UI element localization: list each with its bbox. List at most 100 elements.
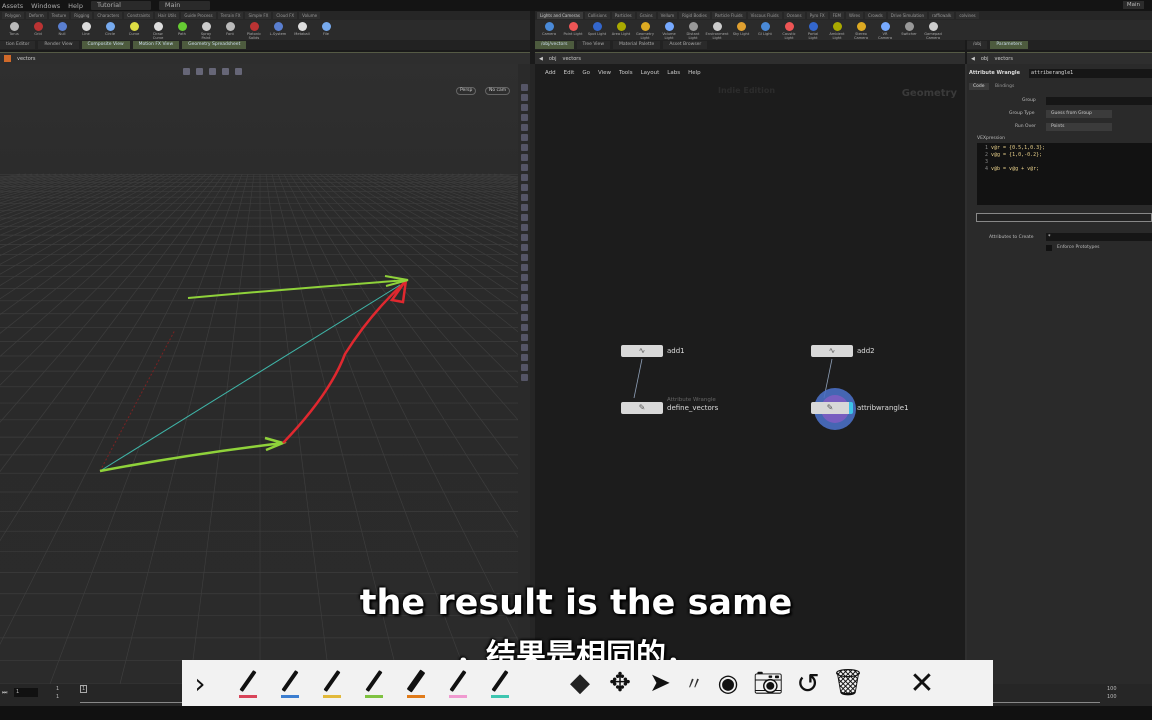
viewport-tool-icon[interactable] (520, 274, 528, 281)
eraser-icon[interactable]: ◆ (560, 663, 600, 703)
group-type-dropdown[interactable]: Guess from Group (1046, 110, 1112, 118)
shelf-tab-viscous-fluids[interactable]: Viscous Fluids (747, 12, 782, 19)
shelf-tab-lights-and-cameras[interactable]: Lights and Cameras (537, 12, 583, 19)
close-icon[interactable]: ✕ (902, 663, 942, 703)
eye-icon[interactable]: ◉ (708, 663, 748, 703)
shelf-tab-crowds[interactable]: Crowds (865, 12, 886, 19)
viewport-tool-icon[interactable] (520, 344, 528, 351)
shelf-tab-fem[interactable]: FEM (829, 12, 844, 19)
viewport-tool-icon[interactable] (520, 184, 528, 191)
pen-tool-button[interactable] (354, 663, 394, 703)
laser-icon[interactable]: 〃 (680, 663, 708, 703)
viewport-tool-icon[interactable] (520, 154, 528, 161)
shelf-tool-metaball[interactable]: Metaball (292, 20, 312, 40)
enforce-prototypes-checkbox[interactable] (1046, 245, 1052, 251)
desktop-selector[interactable]: Tutorial (91, 1, 151, 10)
collapse-chevron-icon[interactable]: › (186, 663, 214, 703)
shelf-tab-vellum[interactable]: Vellum (657, 12, 678, 19)
viewport-tool-icon[interactable] (520, 144, 528, 151)
shelf-tool-caustic-light[interactable]: Caustic Light (779, 20, 799, 40)
node-attribwrangle1[interactable]: ✎ attribwrangle1 (811, 402, 909, 414)
attributes-to-create-field[interactable]: * (1046, 233, 1152, 241)
shelf-tab-wires[interactable]: Wires (845, 12, 864, 19)
shelf-tab-texture[interactable]: Texture (48, 12, 70, 19)
path-node[interactable]: vectors (17, 56, 35, 62)
shelf-tool-spot-light[interactable]: Spot Light (587, 20, 607, 40)
play-controls-icon[interactable]: ⏭ (2, 689, 7, 697)
vex-code-editor[interactable]: 1 v@r = {0.5,1,0.3}; 2 v@g = {1,0,-0.2}; 3 4 v… (977, 143, 1152, 205)
menu-edit[interactable]: Edit (564, 70, 575, 76)
shelf-tool-vr-camera[interactable]: VR Camera (875, 20, 895, 40)
menu-go[interactable]: Go (582, 70, 590, 76)
pane-tab-parameters[interactable]: Parameters (990, 41, 1029, 49)
path-node[interactable]: vectors (562, 56, 580, 62)
shelf-tab-particles[interactable]: Particles (611, 12, 635, 19)
shelf-tool-grid[interactable]: Grid (28, 20, 48, 40)
viewport-tool-icon[interactable] (520, 124, 528, 131)
main-desktop-label[interactable]: Main (1122, 1, 1144, 9)
path-node[interactable]: vectors (994, 56, 1012, 62)
group-field[interactable] (1046, 97, 1152, 105)
shelf-tool-area-light[interactable]: Area Light (611, 20, 631, 40)
path-obj[interactable]: obj (549, 56, 557, 62)
shelf-tab-cloud-fx[interactable]: Cloud FX (273, 12, 298, 19)
shelf-tool-file[interactable]: File (316, 20, 336, 40)
node-name-field[interactable]: attriberangle1 (1029, 69, 1152, 78)
transform-tool-icon[interactable] (196, 67, 203, 75)
shelf-tab-terrain-fx[interactable]: Terrain FX (217, 12, 244, 19)
menu-help[interactable]: Help (68, 2, 83, 10)
pane-tab-render-view[interactable]: Render View (38, 41, 79, 49)
shelf-tab-oceans[interactable]: Oceans (783, 12, 805, 19)
shelf-tool-gamepad-camera[interactable]: Gamepad Camera (923, 20, 943, 40)
shelf-tool-ambient-light[interactable]: Ambient Light (827, 20, 847, 40)
end-frame-2[interactable]: 100 (1107, 694, 1117, 700)
shelf-tool-curve[interactable]: Curve (124, 20, 144, 40)
viewport-tool-icon[interactable] (520, 134, 528, 141)
frame-field[interactable]: 1 (14, 688, 38, 697)
shelf-tool-environment-light[interactable]: Environment Light (706, 20, 728, 40)
pane-tab-asset-browser[interactable]: Asset Browser (663, 41, 708, 49)
shelf-tab-deform[interactable]: Deform (25, 12, 47, 19)
tab-bindings[interactable]: Bindings (991, 83, 1018, 90)
shelf-tool-camera[interactable]: Camera (539, 20, 559, 40)
shelf-tool-torus[interactable]: Torus (4, 20, 24, 40)
shelf-tool-stereo-camera[interactable]: Stereo Camera (851, 20, 871, 40)
display-icon[interactable] (222, 67, 229, 75)
shelf-tool-draw-curve[interactable]: Draw Curve (148, 20, 168, 40)
pen-tool-button[interactable] (270, 663, 310, 703)
viewport-tool-icon[interactable] (520, 324, 528, 331)
viewport-tool-icon[interactable] (520, 314, 528, 321)
shelf-tab-simple-fx[interactable]: Simple FX (245, 12, 272, 19)
select-tool-icon[interactable] (183, 67, 190, 75)
shelf-tool-volume-light[interactable]: Volume Light (659, 20, 679, 40)
pane-tab-obj[interactable]: /obj (967, 41, 988, 49)
shelf-tab-hair-utils[interactable]: Hair Utils (155, 12, 180, 19)
shelf-tool-spray-paint[interactable]: Spray Paint (196, 20, 216, 40)
end-frame[interactable]: 100 (1107, 686, 1117, 692)
menu-view[interactable]: View (598, 70, 611, 76)
shelf-tool-distant-light[interactable]: Distant Light (683, 20, 703, 40)
code-status-field[interactable] (976, 213, 1152, 222)
menu-windows[interactable]: Windows (31, 2, 60, 10)
shelf-tool-font[interactable]: Font (220, 20, 240, 40)
move-icon[interactable]: ✥ (600, 663, 640, 703)
shelf-tool-l-system[interactable]: L-System (268, 20, 288, 40)
menu-tools[interactable]: Tools (619, 70, 633, 76)
viewport-tool-icon[interactable] (520, 114, 528, 121)
shelf-tab-characters[interactable]: Characters (94, 12, 123, 19)
shelf-tab-drive-simulation[interactable]: Drive Simulation (887, 12, 927, 19)
shelf-tool-line[interactable]: Line (76, 20, 96, 40)
viewport-tool-icon[interactable] (520, 104, 528, 111)
camera-icon[interactable]: 📷︎ (748, 663, 788, 703)
viewport-tool-icon[interactable] (520, 174, 528, 181)
shelf-tab-pyro-fx[interactable]: Pyro FX (806, 12, 828, 19)
viewport-tool-icon[interactable] (520, 264, 528, 271)
viewport-tool-icon[interactable] (520, 244, 528, 251)
path-obj[interactable]: obj (981, 56, 989, 62)
shelf-tab-particle-fluids[interactable]: Particle Fluids (711, 12, 746, 19)
viewport-tool-icon[interactable] (520, 164, 528, 171)
shelf-tool-sky-light[interactable]: Sky Light (731, 20, 751, 40)
undo-icon[interactable]: ↺ (788, 663, 828, 703)
shelf-tool-geometry-light[interactable]: Geometry Light (635, 20, 655, 40)
pane-tab-material-palette[interactable]: Material Palette (613, 41, 661, 49)
